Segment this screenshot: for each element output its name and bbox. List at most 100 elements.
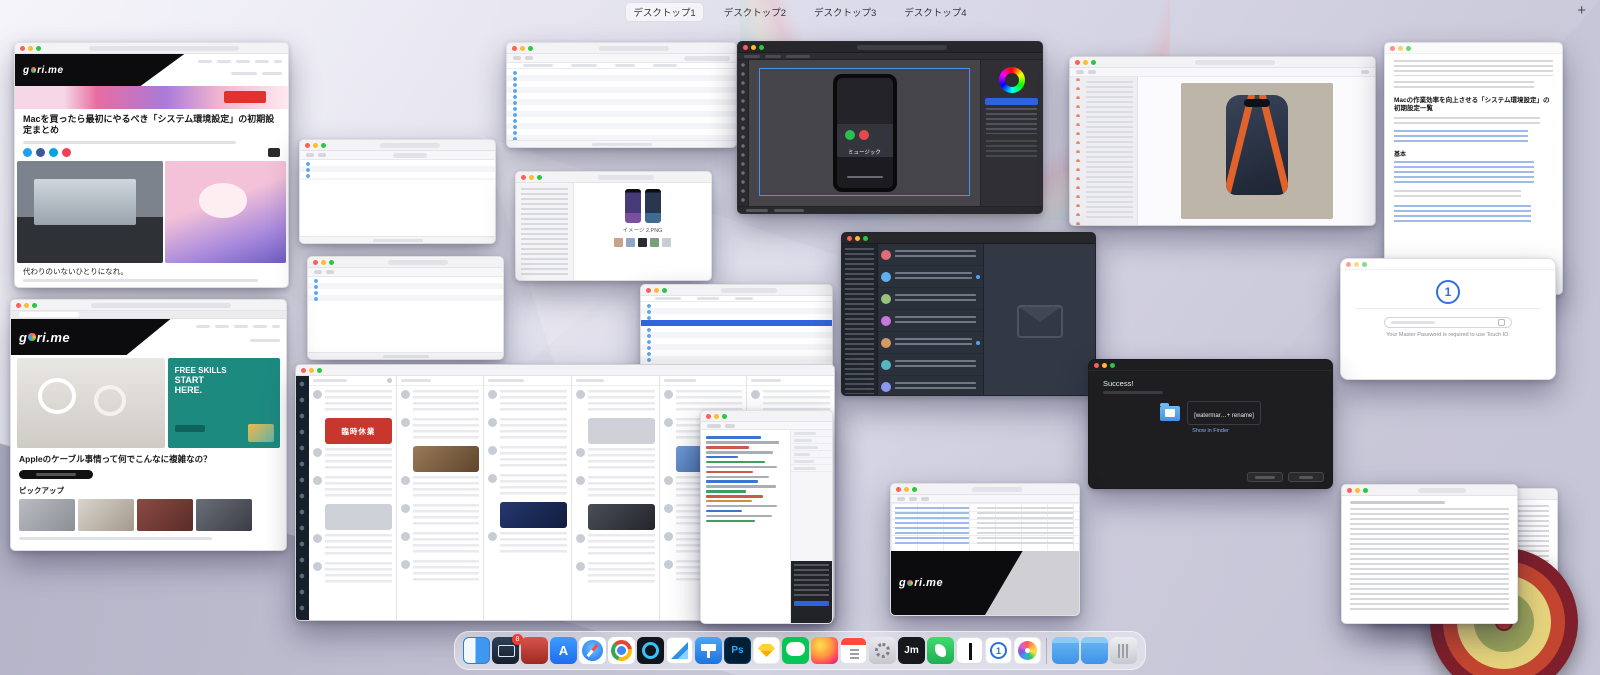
color-wheel[interactable] (998, 67, 1025, 93)
dock-appstore-icon[interactable]: A (550, 637, 577, 664)
read-more-button[interactable] (19, 470, 93, 479)
tab-bar[interactable] (11, 311, 286, 319)
dock-system-preferences-icon[interactable] (869, 637, 896, 664)
window-photo-editor[interactable]: ミュージック (737, 41, 1043, 214)
preview-area[interactable] (1138, 77, 1375, 225)
iphone-screenshot (644, 189, 661, 223)
window-finder-gallery[interactable]: イメージ 2.PNG (515, 171, 712, 281)
space-desktop-1[interactable]: デスクトップ1 (626, 3, 703, 21)
window-photo-backpack[interactable] (1069, 56, 1376, 226)
tweet-column-3[interactable] (484, 376, 573, 620)
window-code-editor[interactable] (700, 410, 833, 624)
dock-folder-apps-icon[interactable] (1052, 637, 1079, 664)
file-rows[interactable] (300, 160, 495, 180)
tools-panel[interactable] (738, 60, 749, 206)
site-nav[interactable] (198, 60, 282, 63)
dock-reeder-icon[interactable] (521, 637, 548, 664)
tweet-column-2[interactable] (396, 376, 485, 620)
titlebar (1070, 57, 1375, 68)
toolbar[interactable] (308, 268, 503, 277)
sheet-grid[interactable] (891, 503, 1079, 551)
side-list-pane[interactable] (790, 430, 832, 623)
message-pane[interactable] (984, 244, 1095, 395)
gallery-preview[interactable]: イメージ 2.PNG (574, 183, 711, 280)
add-space-button[interactable]: + (1577, 2, 1586, 19)
tweetdeck-rail[interactable] (296, 376, 309, 620)
ad-banner[interactable]: FREE SKILLS START HERE. (167, 358, 280, 448)
file-rows[interactable] (308, 277, 503, 303)
status-bar (300, 236, 495, 243)
code-pane[interactable] (701, 430, 790, 623)
rename-pattern-box[interactable]: [watermar…+ rename] (1187, 401, 1261, 425)
thumbnail-strip[interactable] (614, 238, 671, 247)
selected-layer[interactable] (985, 98, 1038, 105)
secondary-button[interactable] (1247, 472, 1283, 482)
options-bar[interactable] (738, 53, 1042, 60)
dock-safari-icon[interactable] (579, 637, 606, 664)
tweet-column-1[interactable]: 臨時休業 (309, 376, 397, 620)
dock-affinity-designer-icon[interactable] (666, 637, 693, 664)
dock-calendar-icon[interactable] (840, 637, 867, 664)
canvas[interactable]: ミュージック (749, 60, 980, 206)
dock-chrome-icon[interactable] (608, 637, 635, 664)
toolbar[interactable] (891, 495, 1079, 503)
dock-mail-icon[interactable]: 8 (492, 634, 523, 664)
dock-firefox-icon[interactable] (811, 637, 838, 664)
window-finder-list[interactable] (506, 42, 737, 148)
window-onepassword[interactable]: 1 Your Master Password is required to us… (1340, 258, 1556, 380)
space-desktop-3[interactable]: デスクトップ3 (807, 3, 883, 21)
message-list[interactable] (878, 244, 984, 395)
master-password-input[interactable] (1384, 317, 1512, 328)
dock-keynote-icon[interactable] (695, 637, 722, 664)
dock-onepassword-icon[interactable]: 1 (985, 637, 1012, 664)
space-desktop-4[interactable]: デスクトップ4 (897, 3, 973, 21)
titlebar (891, 484, 1079, 495)
editor-toolbar[interactable] (701, 422, 832, 430)
finder-toolbar[interactable] (507, 54, 736, 63)
envelope-icon (1016, 304, 1063, 338)
file-rows[interactable] (507, 69, 736, 140)
dock-photos-icon[interactable] (1014, 637, 1041, 664)
window-safari-gorime-cables[interactable]: g ri.me FREE SKILLS START HERE. Appleのケーブ… (10, 299, 287, 551)
article-headline[interactable]: Macを買ったら最初にやるべき「システム環境設定」の初期設定まとめ (15, 109, 288, 138)
show-in-finder-link[interactable]: Show in Finder (1103, 428, 1318, 434)
toolbar[interactable] (300, 151, 495, 160)
window-safari-gorime-article[interactable]: g ri.me Macを買ったら最初にやるべき「システム環境設定」の初期設定まとめ… (14, 42, 289, 288)
dock-trash-icon[interactable] (1110, 637, 1137, 664)
dock-photoshop-icon[interactable]: Ps (724, 637, 751, 664)
space-desktop-2[interactable]: デスクトップ2 (717, 3, 793, 21)
panels[interactable] (980, 60, 1042, 206)
dock-folder-downloads-icon[interactable] (1081, 637, 1108, 664)
sidebar-list[interactable] (1070, 77, 1138, 225)
mailbox-sidebar[interactable] (842, 244, 878, 395)
text-body[interactable] (1342, 496, 1517, 615)
pickup-thumbnails[interactable] (11, 497, 286, 533)
dialog-buttons[interactable] (1247, 472, 1324, 482)
window-text-list-front[interactable] (1341, 484, 1518, 624)
tweet-column-4[interactable] (572, 376, 660, 620)
toolbar[interactable] (1070, 68, 1375, 77)
selected-row[interactable] (641, 320, 832, 326)
dock-affinity-photo-icon[interactable] (637, 637, 664, 664)
site-banner-image[interactable] (15, 86, 288, 109)
cables-photo[interactable] (17, 358, 165, 448)
dock-jm-icon[interactable]: Jm (898, 637, 925, 664)
article-headline[interactable]: Appleのケーブル事情って何でこんなに複雑なの？ (11, 451, 286, 467)
document-body[interactable]: Macの作業効率を向上させる「システム環境設定」の初期設定一覧 基本 (1385, 54, 1562, 229)
site-nav[interactable] (196, 325, 280, 328)
dock-writer-icon[interactable] (956, 637, 983, 664)
share-buttons[interactable] (15, 144, 288, 161)
dock-evernote-icon[interactable] (927, 637, 954, 664)
window-finder-files-b[interactable] (307, 256, 504, 360)
gallery-sidebar[interactable] (516, 183, 574, 280)
window-finder-files-a[interactable] (299, 139, 496, 244)
dock-sketch-icon[interactable] (753, 637, 780, 664)
footer-text (23, 279, 258, 282)
titlebar (842, 233, 1095, 244)
dock-finder-icon[interactable] (463, 637, 490, 664)
window-watermark-dialog[interactable]: Success! [watermar…+ rename] Show in Fin… (1088, 359, 1333, 489)
window-spreadsheet[interactable]: g ri.me (890, 483, 1080, 616)
window-mail[interactable] (841, 232, 1096, 396)
primary-button[interactable] (1288, 472, 1324, 482)
dock-line-icon[interactable] (782, 637, 809, 664)
